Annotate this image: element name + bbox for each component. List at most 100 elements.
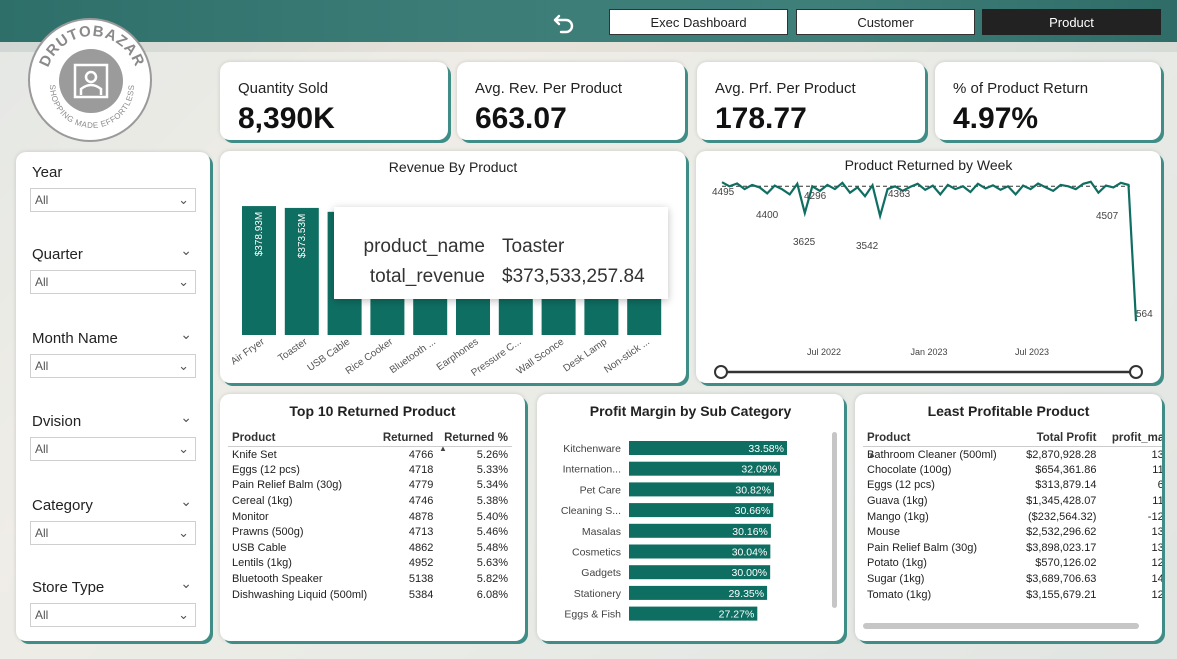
x-tick-label: Non-stick ... — [602, 336, 652, 375]
nav-product-button[interactable]: Product — [982, 9, 1161, 35]
kpi-avg-revenue-card: Avg. Rev. Per Product 663.07 — [457, 62, 685, 140]
table-cell: $313,879.14 — [1035, 479, 1097, 492]
table-row[interactable]: Tomato (1kg) $3,155,679.21 12.79 — [863, 587, 1162, 603]
table-cell: 13.35 — [1151, 541, 1162, 554]
horizontal-scrollbar[interactable] — [863, 623, 1139, 629]
table-cell: $3,898,023.17 — [1026, 541, 1097, 554]
table-cell: 12.05 — [1151, 557, 1162, 570]
table-row[interactable]: Knife Set 4766 5.26% — [228, 447, 512, 463]
slider-handle-start[interactable] — [714, 365, 728, 379]
table-row[interactable]: Sugar (1kg) $3,689,706.63 14.02 — [863, 571, 1162, 587]
x-tick-label: Jul 2023 — [1015, 347, 1049, 357]
x-tick-label: Jan 2023 — [910, 347, 947, 357]
chevron-down-icon[interactable]: ⌄ — [180, 326, 192, 343]
slicer-month-dropdown[interactable]: All ⌄ — [30, 354, 196, 378]
table-row[interactable]: Dishwashing Liquid (500ml) 5384 6.08% — [228, 587, 512, 603]
table-row[interactable]: Pain Relief Balm (30g) $3,898,023.17 13.35 — [863, 540, 1162, 556]
data-label: 32.09% — [741, 464, 777, 476]
column-header[interactable]: Returned — [376, 430, 438, 447]
slicer-value: All — [35, 359, 49, 373]
table-row[interactable]: Guava (1kg) $1,345,428.07 11.07 — [863, 493, 1162, 509]
kpi-value: 178.77 — [715, 102, 807, 135]
x-tick-label: Toaster — [276, 336, 310, 364]
column-header[interactable]: Product — [863, 430, 1015, 447]
least-profitable-card: Least Profitable Product Product Total P… — [855, 394, 1162, 641]
table-cell: 14.02 — [1151, 573, 1162, 586]
table-cell: 5.33% — [476, 463, 508, 476]
slicer-value: All — [35, 193, 49, 207]
slicer-quarter-title: Quarter — [32, 246, 83, 263]
data-label: 27.27% — [719, 609, 755, 621]
returns-series-line — [721, 180, 1138, 322]
chevron-down-icon[interactable]: ⌄ — [180, 575, 192, 592]
top-nav-bar: Exec Dashboard Customer Product — [0, 0, 1177, 42]
vertical-scrollbar[interactable] — [832, 432, 837, 608]
kpi-avg-profit-card: Avg. Prf. Per Product 178.77 — [697, 62, 925, 140]
slicer-division-dropdown[interactable]: All ⌄ — [30, 437, 196, 461]
data-label: 4507 — [1096, 211, 1119, 222]
table-row[interactable]: Monitor 4878 5.40% — [228, 509, 512, 525]
table-cell: Prawns (500g) — [232, 526, 304, 539]
slicer-store-type-dropdown[interactable]: All ⌄ — [30, 603, 196, 627]
table-row[interactable]: Prawns (500g) 4713 5.46% — [228, 524, 512, 540]
kpi-return-pct-card: % of Product Return 4.97% — [935, 62, 1161, 140]
table-cell: 6.75 — [1157, 479, 1162, 492]
table-cell: 13.21 — [1151, 448, 1162, 461]
slicer-quarter-dropdown[interactable]: All ⌄ — [30, 270, 196, 294]
table-cell: Mouse — [867, 526, 901, 539]
table-cell: -12.22 — [1147, 510, 1162, 523]
kpi-value: 663.07 — [475, 102, 567, 135]
table-row[interactable]: Eggs (12 pcs) 4718 5.33% — [228, 462, 512, 478]
chevron-down-icon: ⌄ — [178, 607, 189, 622]
table-cell: 4766 — [408, 448, 434, 461]
data-label: 30.00% — [732, 567, 768, 579]
table-row[interactable]: Bluetooth Speaker 5138 5.82% — [228, 571, 512, 587]
table-row[interactable]: Bathroom Cleaner (500ml) $2,870,928.28 13.… — [863, 447, 1162, 463]
nav-exec-dashboard-button[interactable]: Exec Dashboard — [609, 9, 788, 35]
table-row[interactable]: Lentils (1kg) 4952 5.63% — [228, 556, 512, 572]
table-row[interactable]: Mouse $2,532,296.62 13.92 — [863, 524, 1162, 540]
table-cell: 13.92 — [1151, 526, 1162, 539]
data-label: 29.35% — [728, 588, 764, 600]
column-header[interactable]: profit_margi — [1100, 430, 1162, 447]
table-cell: Pain Relief Balm (30g) — [232, 479, 343, 492]
table-row[interactable]: Potato (1kg) $570,126.02 12.05 — [863, 556, 1162, 572]
category-label: Cleaning S... — [561, 505, 621, 517]
table-row[interactable]: Pain Relief Balm (30g) 4779 5.34% — [228, 478, 512, 494]
profit-margin-card: Profit Margin by Sub Category Kitchenwar… — [537, 394, 844, 641]
category-label: Internation... — [563, 464, 621, 476]
table-cell: $2,870,928.28 — [1026, 448, 1097, 461]
table-row[interactable]: Eggs (12 pcs) $313,879.14 6.75 — [863, 478, 1162, 494]
table-row[interactable]: Chocolate (100g) $654,361.86 11.18 — [863, 462, 1162, 478]
data-label: 4363 — [888, 189, 911, 200]
nav-customer-button[interactable]: Customer — [796, 9, 975, 35]
slicer-year-dropdown[interactable]: All ⌄ — [30, 188, 196, 212]
table-cell: $654,361.86 — [1035, 463, 1097, 476]
table-cell: 4952 — [408, 557, 434, 570]
table-cell: $570,126.02 — [1035, 557, 1097, 570]
back-arrow-icon[interactable] — [550, 8, 578, 36]
table-cell: Bluetooth Speaker — [232, 573, 323, 586]
slicer-store-type-title: Store Type — [32, 579, 105, 596]
category-label: Gadgets — [581, 567, 621, 579]
column-header[interactable]: Product — [228, 430, 377, 447]
data-label: $373.53M — [297, 214, 308, 258]
data-label: $378.93M — [254, 212, 265, 256]
least-profitable-table: Product Total Profit profit_margi Bathro… — [863, 430, 1162, 602]
column-header-sorted[interactable]: Returned % — [437, 430, 512, 447]
table-row[interactable]: USB Cable 4862 5.48% — [228, 540, 512, 556]
data-label: 4495 — [712, 187, 735, 198]
slicer-category-title: Category — [32, 497, 93, 514]
chevron-down-icon[interactable]: ⌄ — [180, 242, 192, 259]
x-tick-label: Wall Sconce — [515, 336, 567, 377]
returned-line-chart: 4495 4296 4363 3625 3542 4507 564 4400 Jul 2022 J… — [712, 180, 1153, 379]
table-row[interactable]: Cereal (1kg) 4746 5.38% — [228, 493, 512, 509]
slicer-category-dropdown[interactable]: All ⌄ — [30, 521, 196, 545]
table-row[interactable]: Mango (1kg) ($232,564.32) -12.22 — [863, 509, 1162, 525]
chevron-down-icon[interactable]: ⌄ — [180, 493, 192, 510]
kpi-value: 4.97% — [953, 102, 1039, 135]
chevron-down-icon[interactable]: ⌄ — [180, 409, 192, 426]
kpi-label: Quantity Sold — [238, 80, 329, 97]
slider-handle-end[interactable] — [1129, 365, 1143, 379]
column-header[interactable]: Total Profit — [1014, 430, 1101, 447]
